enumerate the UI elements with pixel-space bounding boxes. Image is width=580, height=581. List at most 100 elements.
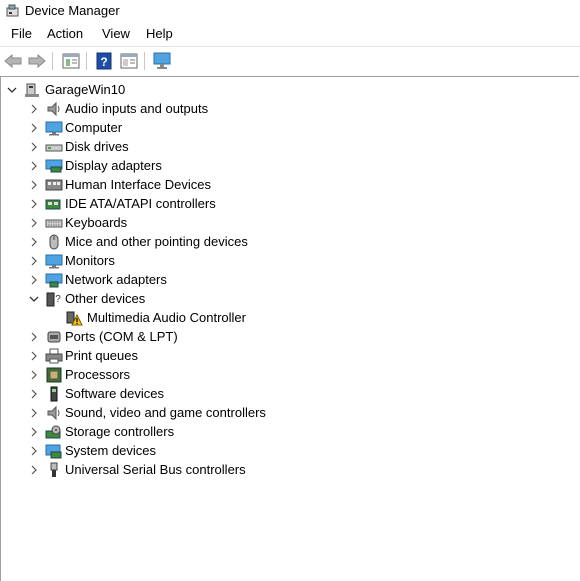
printer-icon [45, 348, 63, 364]
help-button[interactable]: ? [94, 51, 114, 71]
chevron-right-icon[interactable] [29, 465, 39, 475]
category-label: Sound, video and game controllers [65, 405, 266, 420]
category-audio[interactable]: Audio inputs and outputs [29, 99, 208, 118]
chevron-right-icon[interactable] [29, 351, 39, 361]
other-devices-icon: ? [45, 291, 63, 307]
ide-controller-icon [45, 196, 63, 212]
disk-drive-icon [45, 139, 63, 155]
category-usb-controllers[interactable]: Universal Serial Bus controllers [29, 460, 246, 479]
category-label: Other devices [65, 291, 146, 306]
category-display-adapters[interactable]: Display adapters [29, 156, 162, 175]
category-mice[interactable]: Mice and other pointing devices [29, 232, 248, 251]
chevron-right-icon[interactable] [29, 446, 39, 456]
chevron-right-icon[interactable] [29, 408, 39, 418]
device-label: Multimedia Audio Controller [87, 310, 246, 325]
category-label: Monitors [65, 253, 115, 268]
category-label: Disk drives [65, 139, 129, 154]
category-computer[interactable]: Computer [29, 118, 122, 137]
scan-monitor-icon [153, 52, 171, 69]
software-device-icon [45, 386, 63, 402]
monitor-icon [45, 120, 63, 136]
category-ide-controllers[interactable]: IDE ATA/ATAPI controllers [29, 194, 216, 213]
toolbar: ? [0, 46, 580, 75]
chevron-right-icon[interactable] [29, 123, 39, 133]
chevron-right-icon[interactable] [29, 275, 39, 285]
chevron-right-icon[interactable] [29, 142, 39, 152]
mouse-icon [45, 234, 63, 250]
category-human-interface-devices[interactable]: Human Interface Devices [29, 175, 211, 194]
properties-button[interactable] [61, 51, 81, 71]
monitor-icon [45, 253, 63, 269]
category-label: Display adapters [65, 158, 162, 173]
category-other-devices[interactable]: ? Other devices [29, 289, 145, 308]
scan-hardware-button[interactable] [152, 51, 172, 71]
window-title: Device Manager [25, 3, 120, 18]
svg-text:?: ? [100, 55, 107, 69]
chevron-right-icon[interactable] [29, 256, 39, 266]
system-devices-icon [45, 443, 63, 459]
toolbar-separator [144, 52, 145, 70]
device-tree[interactable]: GarageWin10 Audio inputs and outputs Com… [0, 76, 579, 581]
menu-bar: File Action View Help [0, 23, 580, 45]
chevron-right-icon[interactable] [29, 370, 39, 380]
device-manager-icon [6, 4, 20, 18]
category-storage-controllers[interactable]: Storage controllers [29, 422, 174, 441]
back-button[interactable] [3, 51, 23, 71]
chevron-down-icon[interactable] [7, 85, 17, 95]
category-processors[interactable]: Processors [29, 365, 130, 384]
keyboard-icon [45, 215, 63, 231]
forward-arrow-icon [28, 54, 46, 68]
chevron-right-icon[interactable] [29, 427, 39, 437]
sound-controller-icon [45, 405, 63, 421]
category-label: Audio inputs and outputs [65, 101, 209, 116]
chevron-right-icon[interactable] [29, 104, 39, 114]
chevron-right-icon[interactable] [29, 237, 39, 247]
category-label: System devices [65, 443, 157, 458]
category-network-adapters[interactable]: Network adapters [29, 270, 167, 289]
menu-view[interactable]: View [101, 26, 131, 41]
category-label: Storage controllers [65, 424, 175, 439]
category-monitors[interactable]: Monitors [29, 251, 115, 270]
category-keyboards[interactable]: Keyboards [29, 213, 127, 232]
computer-tower-icon [23, 82, 41, 98]
category-system-devices[interactable]: System devices [29, 441, 156, 460]
toolbar-separator [86, 52, 87, 70]
category-label: IDE ATA/ATAPI controllers [65, 196, 216, 211]
storage-controller-icon [45, 424, 63, 440]
category-label: Ports (COM & LPT) [65, 329, 178, 344]
port-icon [45, 329, 63, 345]
category-label: Computer [65, 120, 123, 135]
device-multimedia-audio-controller[interactable]: Multimedia Audio Controller [65, 308, 246, 327]
view-toggle-button[interactable] [119, 51, 139, 71]
category-label: Universal Serial Bus controllers [65, 462, 246, 477]
chevron-down-icon[interactable] [29, 294, 39, 304]
category-ports[interactable]: Ports (COM & LPT) [29, 327, 178, 346]
chevron-right-icon[interactable] [29, 180, 39, 190]
display-adapter-icon [45, 158, 63, 174]
category-label: Print queues [65, 348, 138, 363]
processor-icon [45, 367, 63, 383]
chevron-right-icon[interactable] [29, 218, 39, 228]
chevron-right-icon[interactable] [29, 332, 39, 342]
chevron-right-icon[interactable] [29, 161, 39, 171]
category-print-queues[interactable]: Print queues [29, 346, 138, 365]
chevron-right-icon[interactable] [29, 389, 39, 399]
properties-icon [62, 53, 80, 69]
menu-help[interactable]: Help [145, 26, 174, 41]
chevron-right-icon[interactable] [29, 199, 39, 209]
category-software-devices[interactable]: Software devices [29, 384, 164, 403]
toolbar-separator [52, 52, 53, 70]
forward-button[interactable] [27, 51, 47, 71]
tree-root[interactable]: GarageWin10 [7, 80, 125, 99]
menu-action[interactable]: Action [46, 26, 84, 41]
menu-file[interactable]: File [10, 26, 33, 41]
network-adapter-icon [45, 272, 63, 288]
warning-device-icon [65, 310, 83, 326]
title-bar: Device Manager [0, 0, 580, 22]
category-sound-video-game[interactable]: Sound, video and game controllers [29, 403, 266, 422]
back-arrow-icon [4, 54, 22, 68]
category-disk-drives[interactable]: Disk drives [29, 137, 129, 156]
category-label: Keyboards [65, 215, 128, 230]
category-label: Mice and other pointing devices [65, 234, 248, 249]
category-label: Human Interface Devices [65, 177, 211, 192]
